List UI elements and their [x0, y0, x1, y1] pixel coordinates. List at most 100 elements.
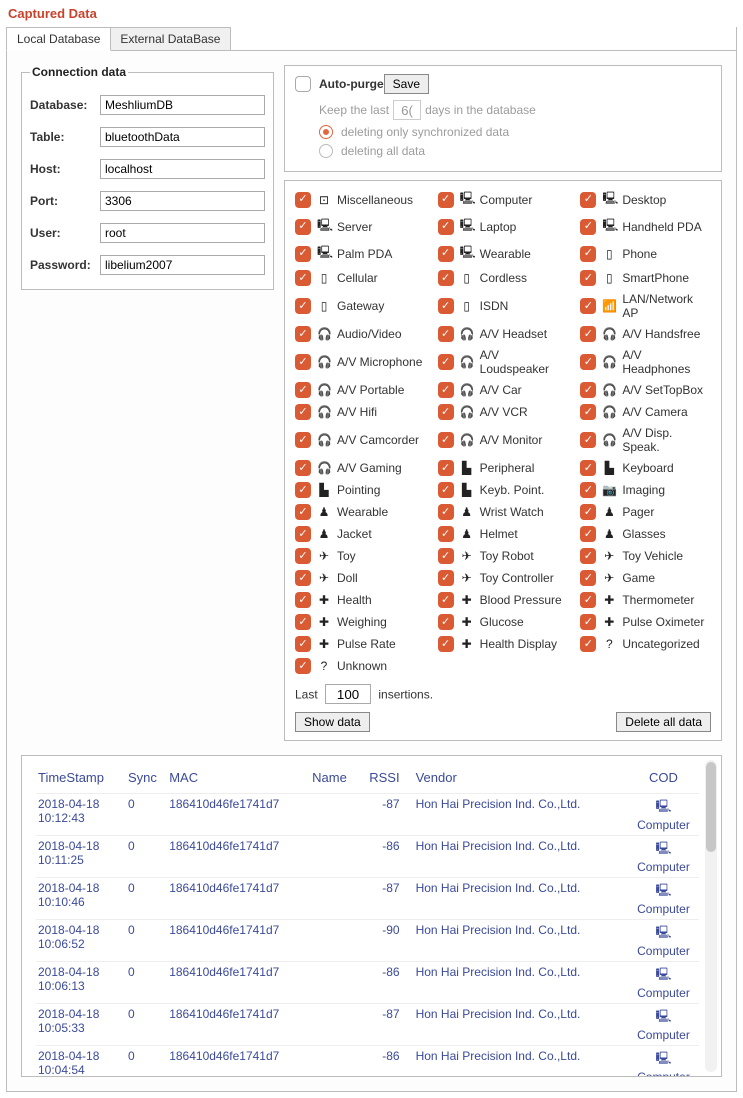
save-button[interactable]: Save: [384, 74, 429, 94]
category-checkbox[interactable]: ✓: [580, 298, 596, 314]
category-checkbox[interactable]: ✓: [295, 570, 311, 586]
tab-external-database[interactable]: External DataBase: [109, 27, 231, 50]
category-checkbox[interactable]: ✓: [295, 526, 311, 542]
category-icon: 🎧: [460, 327, 474, 341]
category-checkbox[interactable]: ✓: [580, 636, 596, 652]
category-checkbox[interactable]: ✓: [438, 504, 454, 520]
category-checkbox[interactable]: ✓: [580, 526, 596, 542]
category-checkbox[interactable]: ✓: [580, 482, 596, 498]
category-checkbox[interactable]: ✓: [438, 482, 454, 498]
category-item: ✓🎧Audio/Video: [295, 326, 426, 342]
cell-timestamp: 2018-04-18 10:11:25: [36, 836, 126, 878]
category-checkbox[interactable]: ✓: [438, 526, 454, 542]
tab-local-database[interactable]: Local Database: [6, 27, 111, 51]
days-input[interactable]: [393, 100, 421, 120]
category-checkbox[interactable]: ✓: [438, 219, 454, 235]
category-checkbox[interactable]: ✓: [295, 382, 311, 398]
password-input[interactable]: [100, 255, 265, 275]
scrollbar[interactable]: [705, 760, 717, 1072]
cell-cod: 🖳Computer: [628, 878, 699, 920]
last-count-input[interactable]: [325, 684, 371, 704]
category-checkbox[interactable]: ✓: [438, 326, 454, 342]
category-checkbox[interactable]: ✓: [438, 354, 454, 370]
user-input[interactable]: [100, 223, 265, 243]
category-checkbox[interactable]: ✓: [580, 614, 596, 630]
col-cod[interactable]: COD: [628, 766, 699, 794]
category-checkbox[interactable]: ✓: [295, 246, 311, 262]
port-input[interactable]: [100, 191, 265, 211]
category-checkbox[interactable]: ✓: [438, 404, 454, 420]
category-checkbox[interactable]: ✓: [295, 548, 311, 564]
category-checkbox[interactable]: ✓: [438, 548, 454, 564]
scrollbar-thumb[interactable]: [706, 762, 716, 852]
cell-rssi: -86: [359, 836, 402, 878]
category-checkbox[interactable]: ✓: [580, 219, 596, 235]
category-checkbox[interactable]: ✓: [580, 504, 596, 520]
category-checkbox[interactable]: ✓: [295, 326, 311, 342]
category-checkbox[interactable]: ✓: [580, 404, 596, 420]
category-checkbox[interactable]: ✓: [295, 298, 311, 314]
category-checkbox[interactable]: ✓: [438, 570, 454, 586]
category-checkbox[interactable]: ✓: [295, 432, 311, 448]
category-label: Toy Robot: [480, 549, 534, 563]
category-checkbox[interactable]: ✓: [295, 460, 311, 476]
category-checkbox[interactable]: ✓: [580, 192, 596, 208]
show-data-button[interactable]: Show data: [295, 712, 370, 732]
category-checkbox[interactable]: ✓: [438, 432, 454, 448]
category-checkbox[interactable]: ✓: [580, 570, 596, 586]
category-checkbox[interactable]: ✓: [295, 219, 311, 235]
table-row: 2018-04-18 10:11:250186410d46fe1741d7-86…: [36, 836, 699, 878]
radio-sync-only[interactable]: [319, 125, 333, 139]
category-checkbox[interactable]: ✓: [438, 636, 454, 652]
col-vendor[interactable]: Vendor: [402, 766, 628, 794]
category-checkbox[interactable]: ✓: [438, 592, 454, 608]
category-checkbox[interactable]: ✓: [438, 614, 454, 630]
category-item: ✓🎧A/V Camcorder: [295, 426, 426, 454]
category-checkbox[interactable]: ✓: [438, 270, 454, 286]
cell-rssi: -86: [359, 962, 402, 1004]
category-label: Peripheral: [480, 461, 535, 475]
table-input[interactable]: [100, 127, 265, 147]
category-checkbox[interactable]: ✓: [295, 614, 311, 630]
category-checkbox[interactable]: ✓: [295, 354, 311, 370]
category-item: ✓▯Cordless: [438, 270, 569, 286]
category-checkbox[interactable]: ✓: [295, 192, 311, 208]
category-item: ✓🎧A/V Car: [438, 382, 569, 398]
radio-all-data[interactable]: [319, 144, 333, 158]
category-checkbox[interactable]: ✓: [295, 636, 311, 652]
host-input[interactable]: [100, 159, 265, 179]
category-checkbox[interactable]: ✓: [295, 592, 311, 608]
col-name[interactable]: Name: [310, 766, 358, 794]
category-checkbox[interactable]: ✓: [580, 326, 596, 342]
category-checkbox[interactable]: ✓: [580, 592, 596, 608]
category-checkbox[interactable]: ✓: [295, 404, 311, 420]
category-checkbox[interactable]: ✓: [438, 382, 454, 398]
delete-all-data-button[interactable]: Delete all data: [616, 712, 711, 732]
col-rssi[interactable]: RSSI: [359, 766, 402, 794]
category-item: ✓🎧A/V SetTopBox: [580, 382, 711, 398]
category-checkbox[interactable]: ✓: [580, 246, 596, 262]
category-checkbox[interactable]: ✓: [580, 382, 596, 398]
database-input[interactable]: [100, 95, 265, 115]
category-item: ✓▯SmartPhone: [580, 270, 711, 286]
category-checkbox[interactable]: ✓: [438, 192, 454, 208]
category-checkbox[interactable]: ✓: [295, 482, 311, 498]
category-icon: ✈: [317, 549, 331, 563]
category-checkbox[interactable]: ✓: [438, 460, 454, 476]
category-checkbox[interactable]: ✓: [580, 548, 596, 564]
category-checkbox[interactable]: ✓: [295, 270, 311, 286]
category-checkbox[interactable]: ✓: [295, 658, 311, 674]
category-checkbox[interactable]: ✓: [580, 432, 596, 448]
auto-purge-checkbox[interactable]: [295, 76, 311, 92]
cell-vendor: Hon Hai Precision Ind. Co.,Ltd.: [402, 794, 628, 836]
category-icon: 🎧: [317, 461, 331, 475]
col-timestamp[interactable]: TimeStamp: [36, 766, 126, 794]
category-checkbox[interactable]: ✓: [580, 460, 596, 476]
category-checkbox[interactable]: ✓: [438, 298, 454, 314]
col-sync[interactable]: Sync: [126, 766, 167, 794]
col-mac[interactable]: MAC: [167, 766, 310, 794]
category-checkbox[interactable]: ✓: [580, 270, 596, 286]
category-checkbox[interactable]: ✓: [438, 246, 454, 262]
category-checkbox[interactable]: ✓: [580, 354, 596, 370]
category-checkbox[interactable]: ✓: [295, 504, 311, 520]
